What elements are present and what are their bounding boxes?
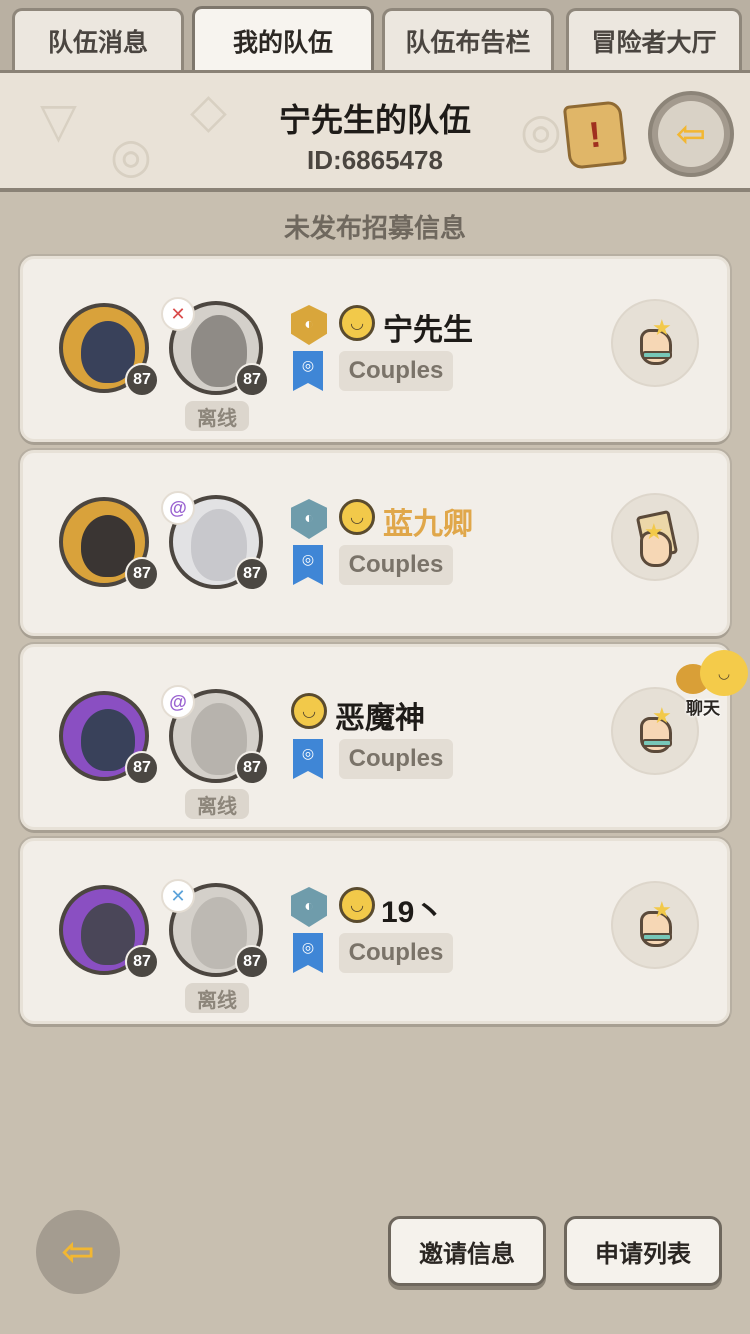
character-level-badge: 87: [235, 751, 269, 785]
member-card[interactable]: 87 87 @ 离线 ◡ 恶魔神 ◎ Couples ★: [20, 644, 730, 830]
guild-banner-icon: ◎: [293, 933, 323, 973]
character-level-badge: 87: [235, 557, 269, 591]
pet-level-badge: 87: [125, 945, 159, 979]
rank-shield-icon: ◐: [291, 499, 327, 539]
tab-team-board[interactable]: 队伍布告栏: [382, 8, 554, 70]
character-level-badge: 87: [235, 945, 269, 979]
pet-level-badge: 87: [125, 557, 159, 591]
pet-level-badge: 87: [125, 363, 159, 397]
member-name: 宁先生: [383, 314, 473, 347]
offline-label: 离线: [185, 789, 249, 819]
tab-adventurer-hall[interactable]: 冒险者大厅: [566, 8, 742, 70]
rank-shield-icon: ◐: [291, 305, 327, 345]
tab-team-messages[interactable]: 队伍消息: [12, 8, 184, 70]
pet-level-badge: 87: [125, 751, 159, 785]
tab-bar: 队伍消息 我的队伍 队伍布告栏 冒险者大厅: [0, 0, 750, 72]
swirl-icon: @: [161, 491, 195, 525]
hand-star-icon: ★: [632, 897, 678, 953]
member-tag: Couples: [339, 351, 453, 391]
team-id: ID:6865478: [307, 145, 443, 175]
team-header: ▽ ◎ ◇ ◎ 宁先生的队伍 ID:6865478 ! ⇦: [0, 70, 750, 192]
smiley-icon: ◡: [339, 305, 375, 341]
leave-team-icon: ⇦: [658, 101, 724, 167]
chat-label: 聊天: [686, 699, 720, 718]
member-card[interactable]: 87 87 ✕ 离线 ◐ ◡ 19丶 ◎ Couples ★: [20, 838, 730, 1024]
heart-broken-icon: ✕: [161, 297, 195, 331]
swirl-icon: @: [161, 685, 195, 719]
notice-scroll-icon[interactable]: !: [562, 100, 628, 170]
sword-icon: ✕: [161, 879, 195, 913]
member-card[interactable]: 87 87 ✕ 离线 ◐ ◡ 宁先生 ◎ Couples ★: [20, 256, 730, 442]
member-tag: Couples: [339, 545, 453, 585]
smiley-icon: ◡: [291, 693, 327, 729]
rate-button[interactable]: ★: [611, 299, 699, 387]
chat-button[interactable]: ◡ 聊天: [674, 650, 750, 720]
recruit-notice: 未发布招募信息: [283, 213, 466, 243]
guild-banner-icon: ◎: [293, 545, 323, 585]
smiley-icon: ◡: [339, 499, 375, 535]
member-tag: Couples: [339, 933, 453, 973]
rate-button[interactable]: ★: [611, 881, 699, 969]
leave-team-button[interactable]: ⇦: [648, 91, 734, 177]
character-level-badge: 87: [235, 363, 269, 397]
member-name: 恶魔神: [335, 702, 425, 735]
offline-label: 离线: [185, 983, 249, 1013]
chat-face-icon: ◡: [700, 650, 748, 696]
apply-list-button[interactable]: 申请列表: [564, 1216, 722, 1286]
member-name: 19丶: [381, 896, 445, 929]
smiley-icon: ◡: [339, 887, 375, 923]
hand-star-icon: ★: [632, 703, 678, 759]
hand-card-icon: ★: [632, 509, 679, 567]
rank-shield-icon: ◐: [291, 887, 327, 927]
card-button[interactable]: ★: [611, 493, 699, 581]
member-tag: Couples: [339, 739, 453, 779]
hand-star-icon: ★: [632, 315, 678, 371]
member-card[interactable]: 87 87 @ ◐ ◡ 蓝九卿 ◎ Couples ★: [20, 450, 730, 636]
team-title: 宁先生的队伍: [278, 102, 471, 138]
back-arrow-icon[interactable]: ⇦: [36, 1210, 120, 1294]
member-name: 蓝九卿: [383, 508, 473, 541]
guild-banner-icon: ◎: [293, 351, 323, 391]
tab-my-team[interactable]: 我的队伍: [192, 6, 374, 72]
guild-banner-icon: ◎: [293, 739, 323, 779]
offline-label: 离线: [185, 401, 249, 431]
invite-info-button[interactable]: 邀请信息: [388, 1216, 546, 1286]
